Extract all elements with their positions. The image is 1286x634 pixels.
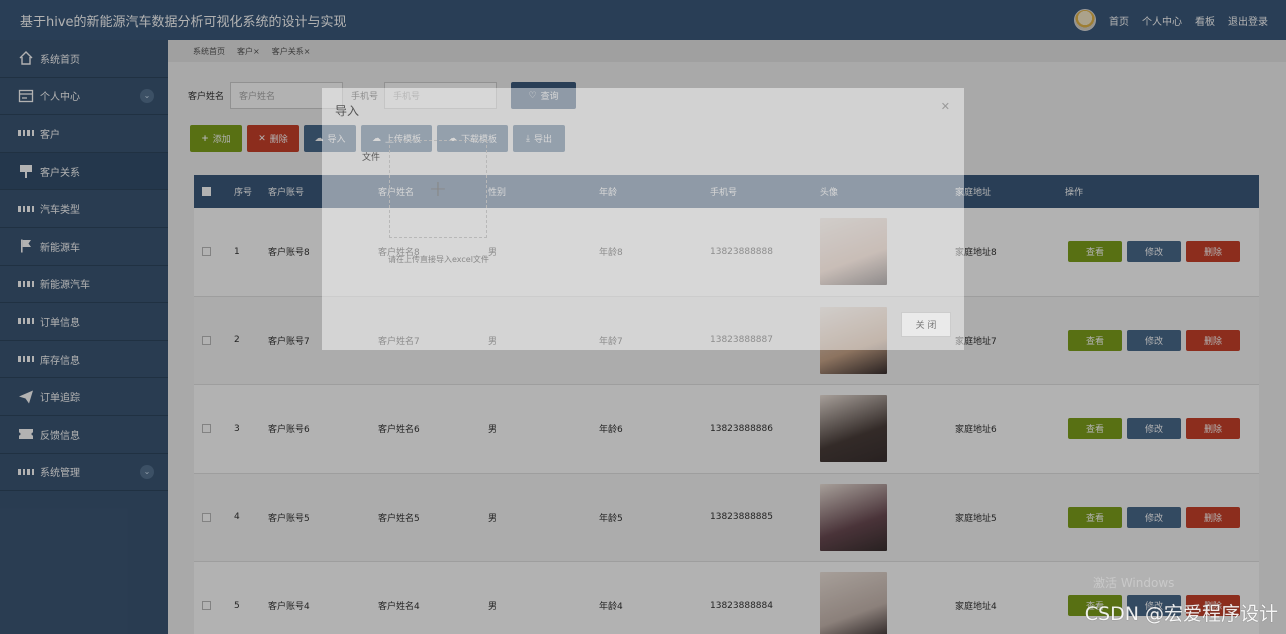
windows-activation-mark: 激活 Windows	[1093, 576, 1175, 590]
close-icon[interactable]: ✕	[941, 100, 950, 113]
file-label: 文件	[362, 153, 381, 163]
file-upload-area[interactable]: +	[389, 140, 487, 238]
dialog-title: 导入	[335, 104, 360, 118]
import-dialog: 导入 ✕ 文件 + 请在上传直接导入excel文件 关 闭	[322, 88, 964, 350]
csdn-watermark: CSDN @宏爱程序设计	[1084, 603, 1278, 625]
upload-hint: 请在上传直接导入excel文件	[388, 255, 489, 264]
plus-icon: +	[428, 176, 448, 202]
dialog-close-button[interactable]: 关 闭	[901, 312, 951, 337]
modal-backdrop: 导入 ✕ 文件 + 请在上传直接导入excel文件 关 闭 激活 Windows…	[0, 0, 1286, 634]
